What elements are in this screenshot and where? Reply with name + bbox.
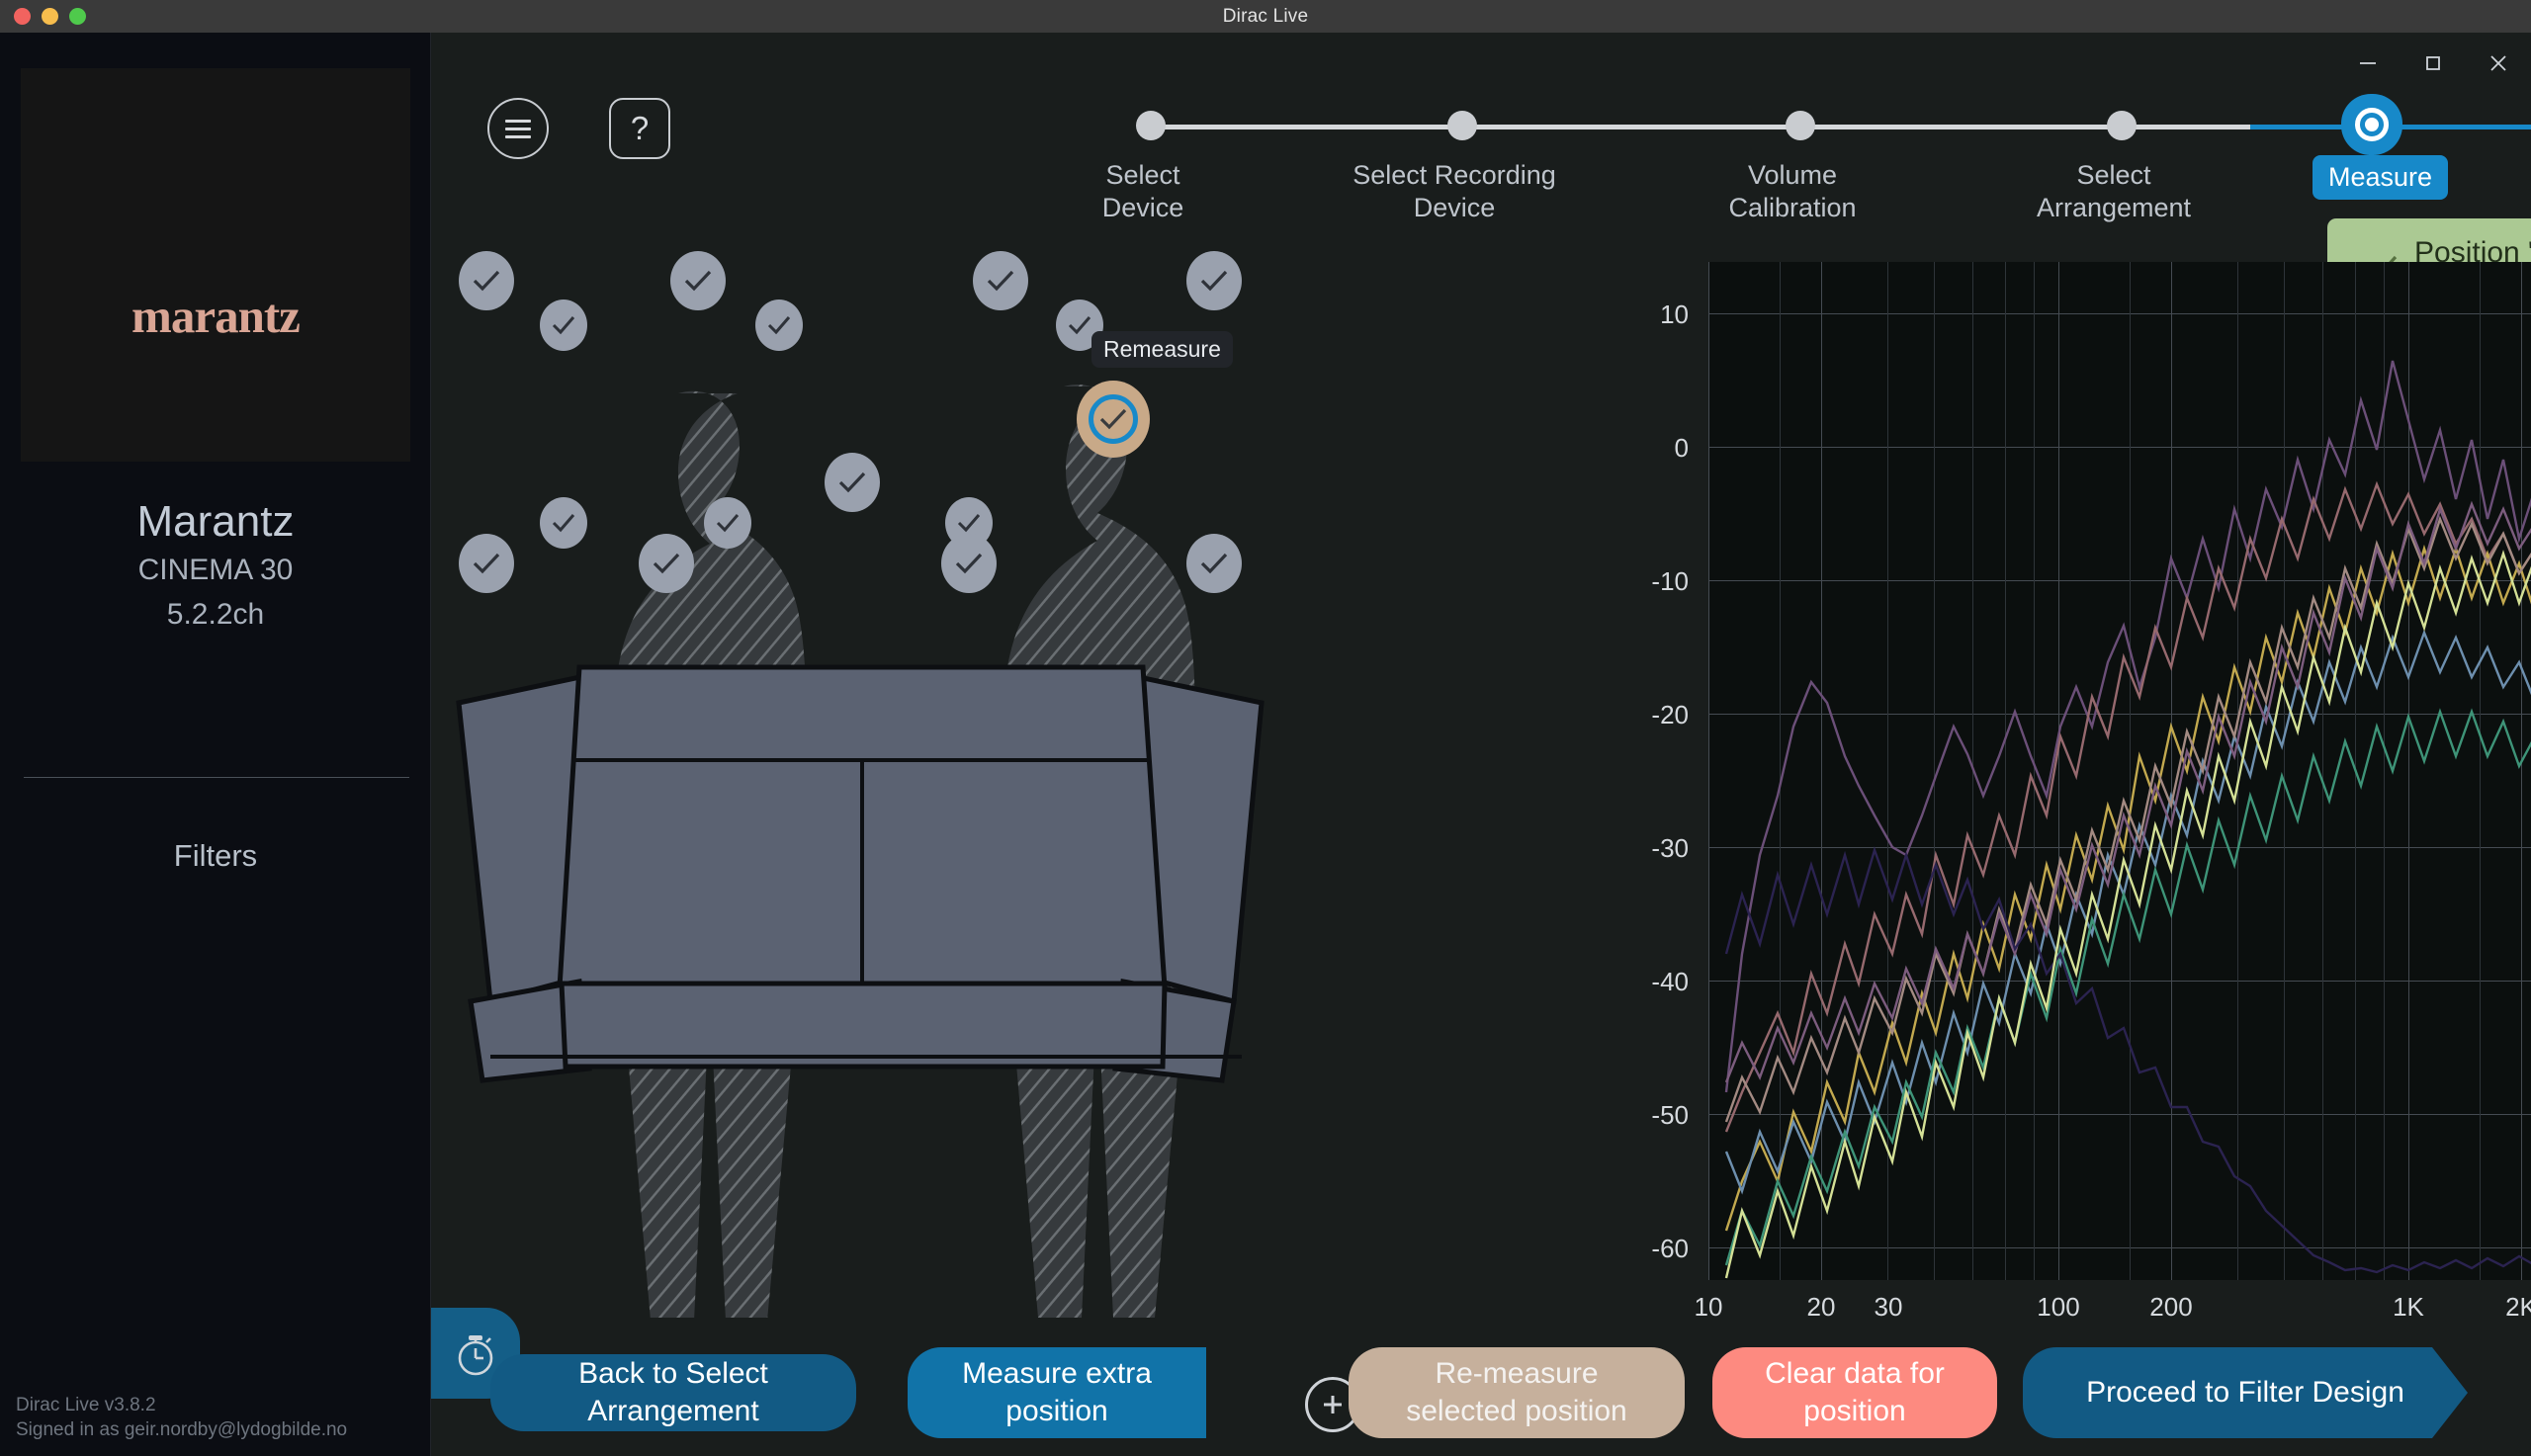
device-name: Marantz: [0, 497, 431, 547]
y-tick-label: 10: [1521, 300, 1689, 330]
y-tick-label: -20: [1521, 700, 1689, 730]
stepper-badge-measure: Measure: [2313, 155, 2448, 200]
position-marker[interactable]: [459, 251, 514, 310]
marantz-logo: marantz: [21, 288, 410, 344]
position-marker[interactable]: [1186, 534, 1242, 593]
selected-position-marker[interactable]: [1077, 381, 1150, 458]
y-tick-label: -60: [1521, 1234, 1689, 1264]
back-to-select-arrangement-button[interactable]: Back to Select Arrangement: [490, 1354, 856, 1431]
clear-data-for-position-button[interactable]: Clear data for position: [1712, 1347, 1997, 1438]
seating-arrangement: Remeasure: [431, 211, 1321, 1318]
footer-actions: Back to Select Arrangement Measure extra…: [431, 1308, 2531, 1456]
signed-in-user: Signed in as geir.nordby@lydogbilde.no: [16, 1417, 347, 1442]
current-step-ring: [2355, 108, 2389, 141]
stepper-node-4[interactable]: [2104, 108, 2139, 143]
position-marker[interactable]: [973, 251, 1028, 310]
sofa-illustration: [459, 667, 1262, 1080]
y-tick-label: -40: [1521, 967, 1689, 997]
app-version: Dirac Live v3.8.2: [16, 1393, 347, 1417]
main-panel: ? SelectDevice Select RecordingDevice Vo…: [431, 33, 2531, 1456]
wizard-stepper: SelectDevice Select RecordingDevice Volu…: [431, 33, 2531, 230]
remeasure-line2: selected position: [1406, 1395, 1626, 1427]
sidebar-footer: Dirac Live v3.8.2 Signed in as geir.nord…: [16, 1393, 347, 1442]
stepper-label-6: FilterDesign: [2476, 159, 2531, 224]
remeasure-tooltip: Remeasure: [1091, 331, 1233, 368]
stepper-node-1[interactable]: [1133, 108, 1169, 143]
stepper-node-2[interactable]: [1444, 108, 1480, 143]
frequency-response-chart: 10 0 -10 -20 -30 -40 -50 -60: [1691, 230, 2531, 1318]
stepper-label-4: SelectArrangement: [1985, 159, 2242, 224]
position-marker[interactable]: [639, 534, 694, 593]
y-tick-label: -50: [1521, 1100, 1689, 1131]
brand-logo-panel: marantz: [21, 68, 410, 462]
clear-line1: Clear data for: [1765, 1357, 1945, 1390]
stepper-label-3: VolumeCalibration: [1664, 159, 1921, 224]
selected-position-ring: [1089, 394, 1138, 444]
sidebar: marantz Marantz CINEMA 30 5.2.2ch Filter…: [0, 33, 431, 1456]
y-tick-label: 0: [1521, 433, 1689, 464]
chart-curves: [1708, 262, 2531, 1280]
room-illustration: [431, 211, 1321, 1318]
measure-extra-line1: Measure extra: [962, 1357, 1152, 1390]
window-titlebar: Dirac Live: [0, 0, 2531, 33]
stepper-label-2: Select RecordingDevice: [1326, 159, 1583, 224]
window-title: Dirac Live: [0, 6, 2531, 28]
device-model: CINEMA 30: [0, 554, 431, 587]
remeasure-line1: Re-measure: [1435, 1357, 1598, 1390]
position-marker[interactable]: [540, 497, 587, 549]
position-marker[interactable]: [540, 300, 587, 351]
device-channel-config: 5.2.2ch: [0, 598, 431, 632]
y-tick-label: -10: [1521, 566, 1689, 597]
position-marker[interactable]: [825, 453, 880, 512]
stepper-node-5-current[interactable]: [2341, 94, 2402, 155]
chart-plot-area: 10 0 -10 -20 -30 -40 -50 -60: [1708, 262, 2531, 1280]
clear-line2: position: [1803, 1395, 1905, 1427]
proceed-to-filter-design-button[interactable]: Proceed to Filter Design: [2023, 1347, 2468, 1438]
position-marker[interactable]: [1186, 251, 1242, 310]
y-tick-label: -30: [1521, 833, 1689, 864]
app-root: Dirac Live marantz Marantz CINEMA 30 5.2…: [0, 0, 2531, 1456]
sidebar-item-filters[interactable]: Filters: [0, 838, 431, 874]
position-marker[interactable]: [941, 534, 997, 593]
position-marker[interactable]: [704, 497, 751, 549]
position-marker[interactable]: [670, 251, 726, 310]
sidebar-divider: [24, 777, 409, 778]
position-marker[interactable]: [755, 300, 803, 351]
measure-extra-line2: position: [1005, 1395, 1107, 1427]
stepper-node-3[interactable]: [1783, 108, 1818, 143]
position-marker[interactable]: [459, 534, 514, 593]
re-measure-selected-position-button[interactable]: Re-measure selected position: [1349, 1347, 1685, 1438]
measure-extra-position-button[interactable]: Measure extra position: [908, 1347, 1206, 1438]
